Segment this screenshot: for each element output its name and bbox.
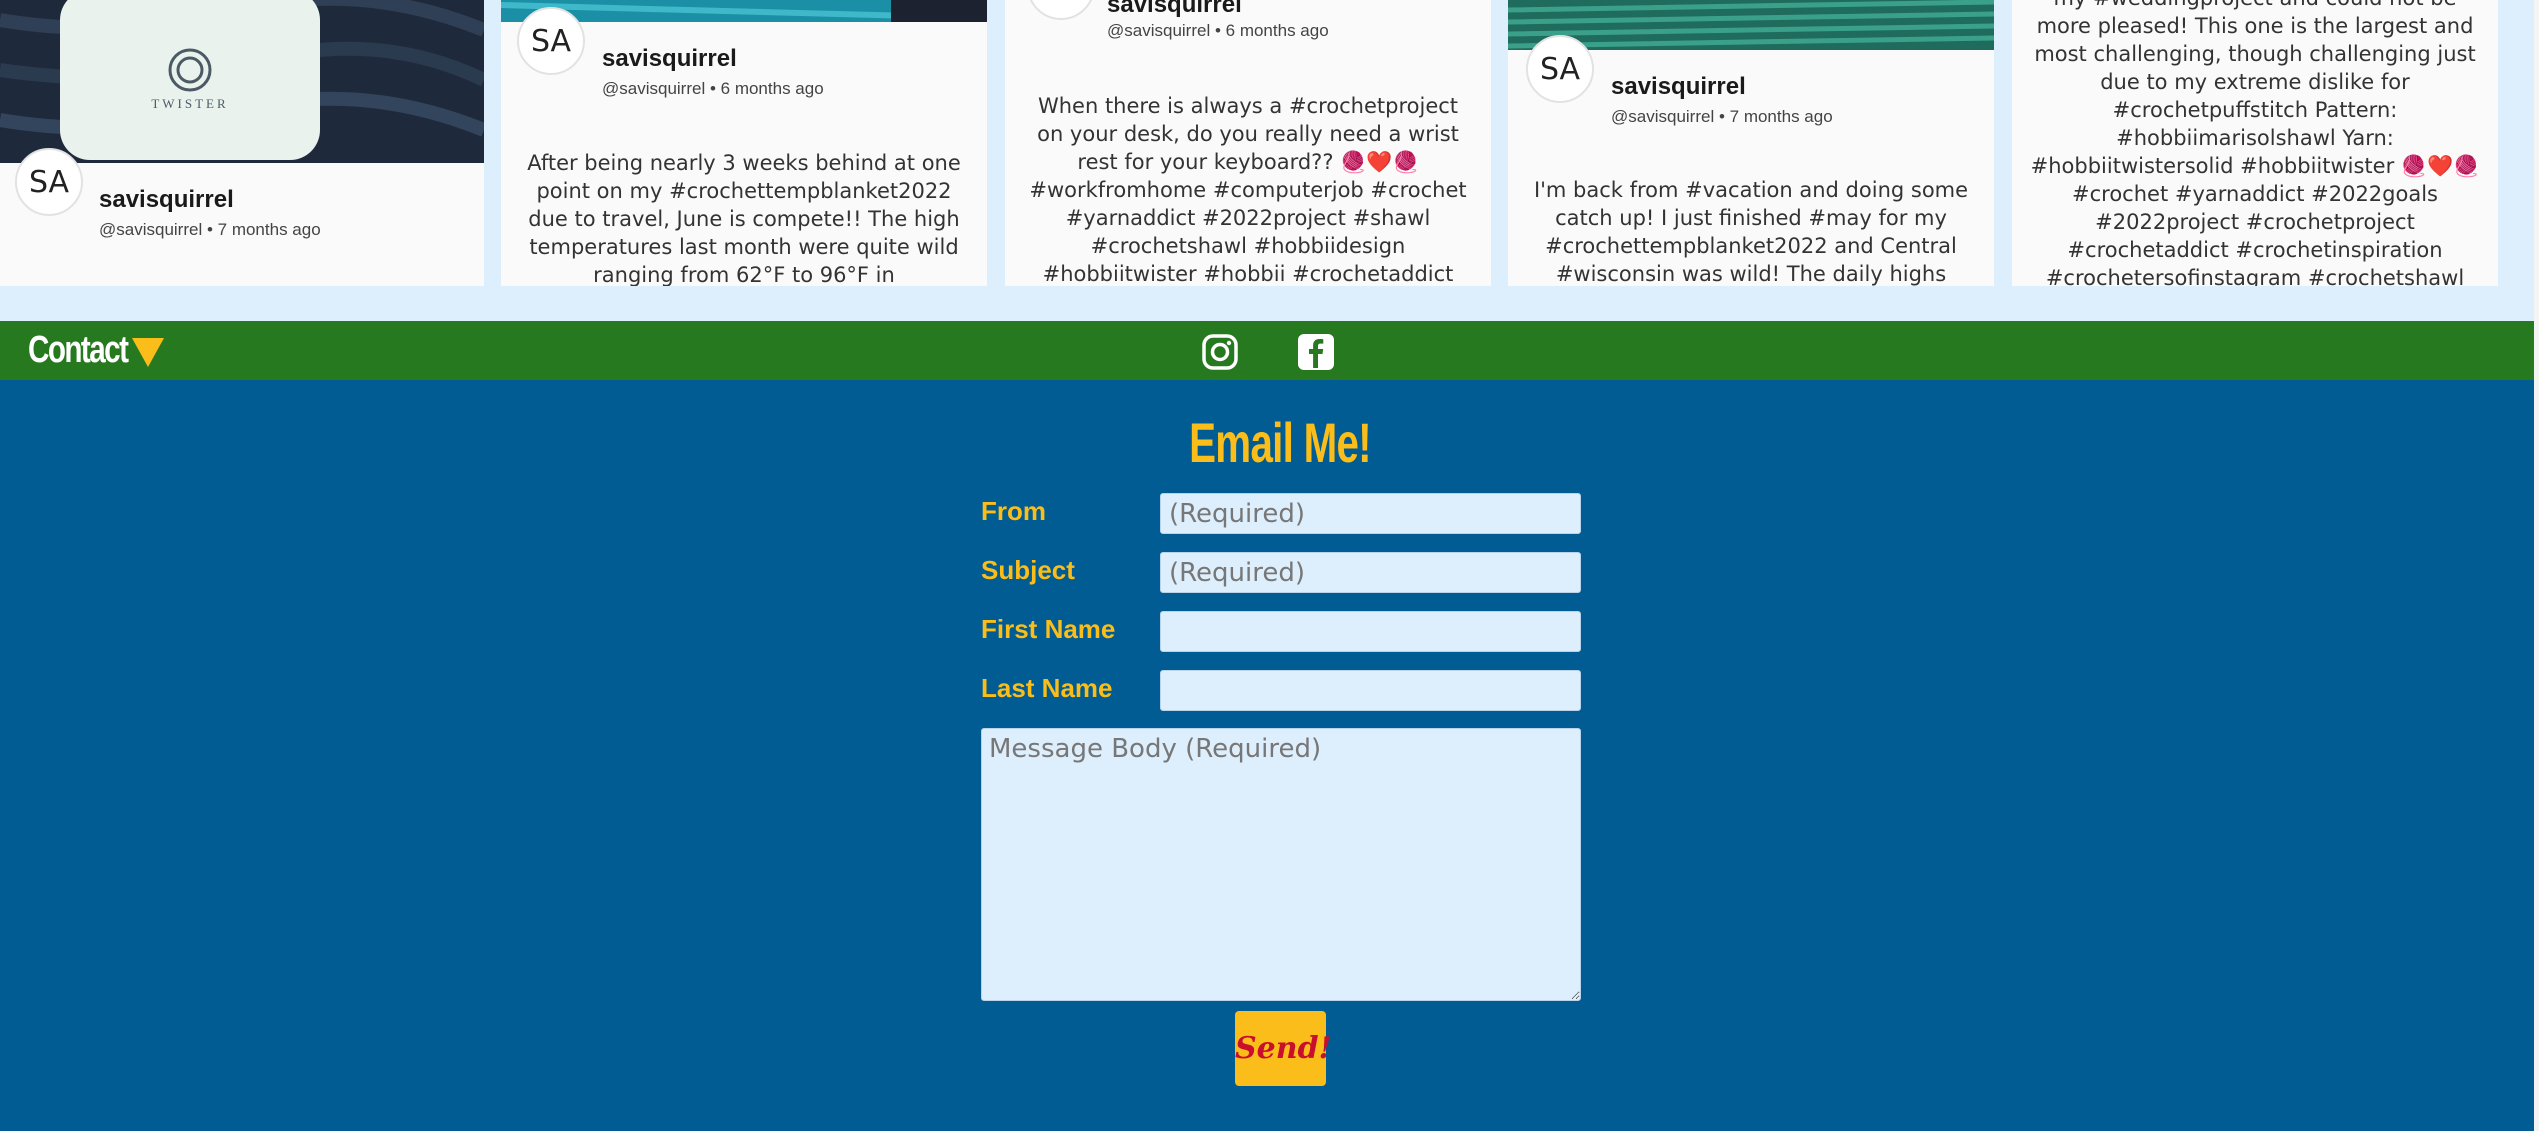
- instagram-feed: TWISTER SA savisquirrel @savisquirrel • …: [0, 0, 2539, 321]
- window-edge: [2534, 0, 2539, 1131]
- post-handle[interactable]: @savisquirrel: [1611, 107, 1714, 126]
- post-meta: @savisquirrel • 6 months ago: [1107, 21, 1329, 40]
- post-caption: When there is always a #crochetproject o…: [1029, 94, 1467, 286]
- feed-card[interactable]: SA savisquirrel @savisquirrel • 6 months…: [501, 0, 987, 286]
- contact-toggle[interactable]: Contact: [28, 329, 129, 372]
- last-name-input[interactable]: [1160, 670, 1581, 711]
- post-meta: @savisquirrel • 6 months ago: [602, 79, 824, 98]
- post-caption: After being nearly 3 weeks behind at one…: [527, 151, 961, 286]
- post-handle[interactable]: @savisquirrel: [99, 220, 202, 239]
- yarn-label-text: TWISTER: [151, 96, 228, 111]
- from-label: From: [981, 496, 1046, 526]
- post-age: 7 months ago: [1729, 107, 1833, 126]
- post-meta: @savisquirrel • 7 months ago: [99, 220, 321, 239]
- post-age: 6 months ago: [720, 79, 824, 98]
- contact-bar: Contact: [0, 321, 2539, 380]
- last-name-label: Last Name: [981, 673, 1113, 703]
- subject-input[interactable]: [1160, 552, 1581, 593]
- post-username[interactable]: savisquirrel: [1107, 0, 1242, 19]
- avatar[interactable]: SA: [517, 7, 585, 75]
- post-meta: @savisquirrel • 7 months ago: [1611, 107, 1833, 126]
- facebook-icon[interactable]: [1298, 334, 1334, 370]
- post-image: TWISTER: [0, 0, 484, 163]
- triangle-down-icon[interactable]: [132, 338, 164, 367]
- post-handle[interactable]: @savisquirrel: [1107, 21, 1210, 40]
- instagram-icon[interactable]: [1202, 334, 1238, 370]
- feed-card[interactable]: SA savisquirrel @savisquirrel • 7 months…: [1508, 0, 1994, 286]
- post-username[interactable]: savisquirrel: [99, 186, 234, 214]
- feed-card[interactable]: SA savisquirrel @savisquirrel • 6 months…: [1005, 0, 1491, 286]
- post-age: 7 months ago: [217, 220, 321, 239]
- subject-label: Subject: [981, 555, 1075, 585]
- avatar[interactable]: SA: [1027, 0, 1095, 20]
- avatar[interactable]: SA: [1526, 35, 1594, 103]
- send-button[interactable]: Send!: [1235, 1011, 1332, 1086]
- first-name-label: First Name: [981, 614, 1116, 644]
- first-name-input[interactable]: [1160, 611, 1581, 652]
- post-username[interactable]: savisquirrel: [1611, 73, 1746, 101]
- post-username[interactable]: savisquirrel: [602, 45, 737, 73]
- feed-card[interactable]: my #weddingproject and could not be more…: [2012, 0, 2498, 286]
- message-body-textarea[interactable]: [981, 728, 1581, 1001]
- post-caption: my #weddingproject and could not be more…: [2030, 0, 2480, 286]
- feed-card[interactable]: TWISTER SA savisquirrel @savisquirrel • …: [0, 0, 484, 286]
- from-input[interactable]: [1160, 493, 1581, 534]
- post-handle[interactable]: @savisquirrel: [602, 79, 705, 98]
- email-form-title: Email Me!: [1189, 411, 1371, 474]
- post-caption: I'm back from #vacation and doing some c…: [1533, 178, 1969, 286]
- post-age: 6 months ago: [1225, 21, 1329, 40]
- avatar[interactable]: SA: [15, 148, 83, 216]
